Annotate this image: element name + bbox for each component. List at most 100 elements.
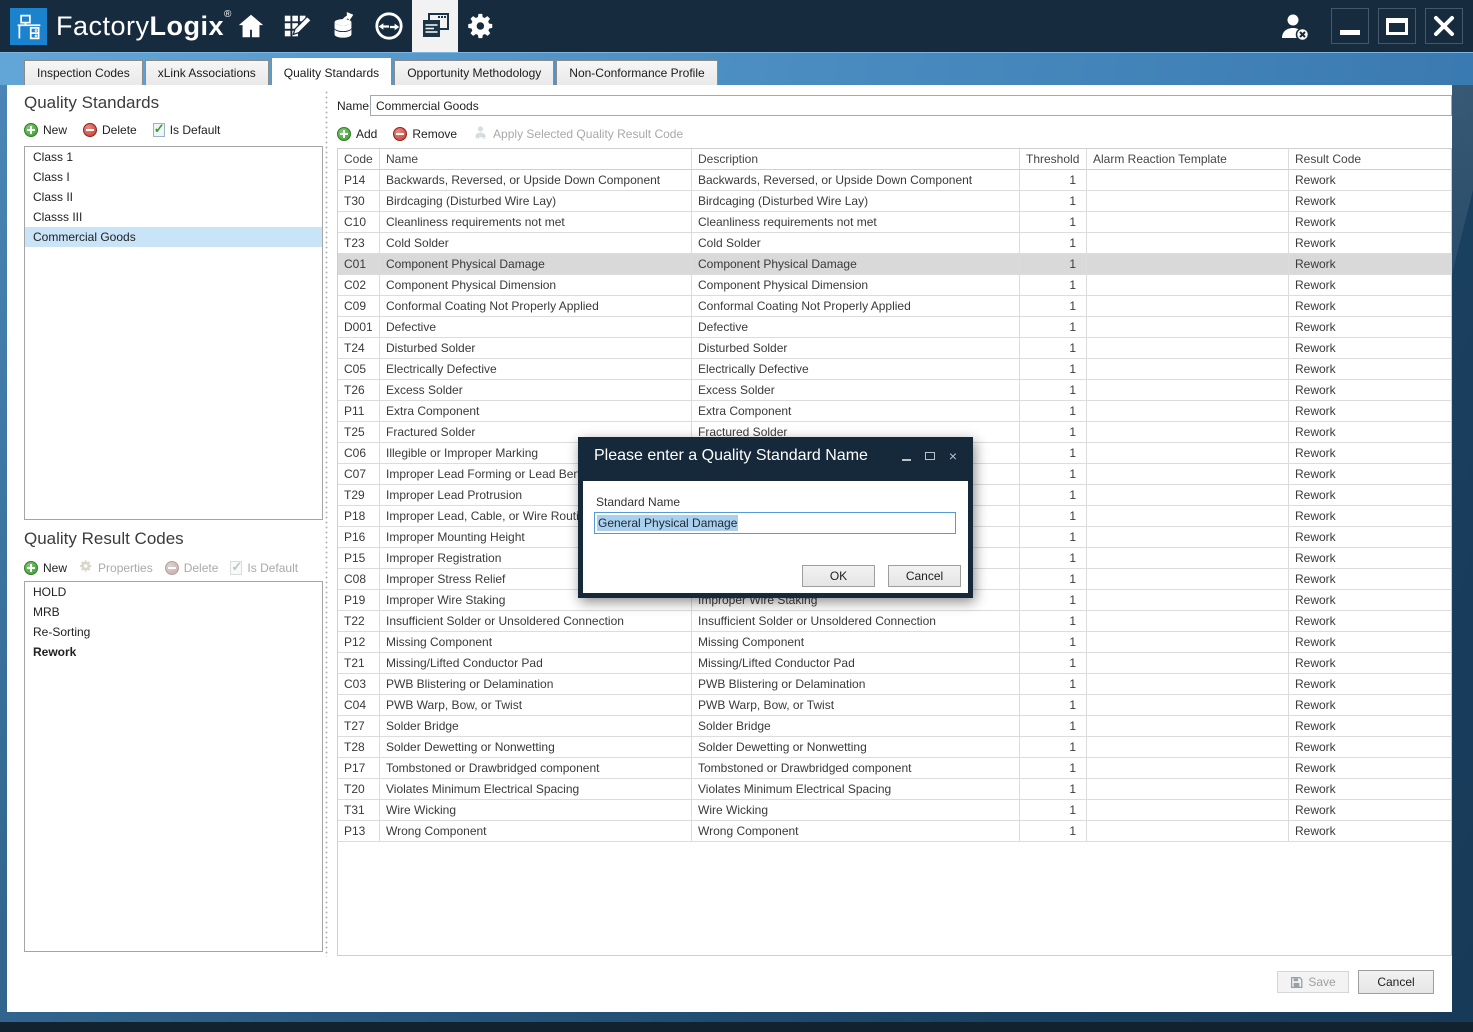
column-header-result-code[interactable]: Result Code [1289, 149, 1451, 170]
table-row-t23[interactable]: T23Cold SolderCold Solder1Rework [338, 233, 1451, 254]
result-codes-delete-button[interactable]: Delete [165, 561, 219, 575]
tab-opportunity-methodology[interactable]: Opportunity Methodology [394, 60, 554, 85]
dialog-maximize-icon[interactable] [925, 452, 935, 460]
cell-name: PWB Warp, Bow, or Twist [380, 695, 692, 716]
list-item-class-1[interactable]: Class 1 [25, 147, 322, 167]
materials-stack-icon[interactable] [320, 0, 366, 52]
cell-threshold: 1 [1020, 590, 1087, 611]
list-item-classs-iii[interactable]: Classs III [25, 207, 322, 227]
apply-result-code-button[interactable]: AB Apply Selected Quality Result Code [473, 125, 683, 143]
close-icon[interactable] [1425, 8, 1463, 44]
forms-icon[interactable] [412, 0, 458, 52]
list-item-hold[interactable]: HOLD [25, 582, 322, 602]
cell-result-code: Rework [1289, 569, 1451, 590]
cell-result-code: Rework [1289, 443, 1451, 464]
cell-threshold: 1 [1020, 737, 1087, 758]
home-icon[interactable] [228, 0, 274, 52]
table-row-t27[interactable]: T27Solder BridgeSolder Bridge1Rework [338, 716, 1451, 737]
dialog-minimize-icon[interactable] [902, 459, 911, 461]
cell-description: Violates Minimum Electrical Spacing [692, 779, 1020, 800]
table-row-t20[interactable]: T20Violates Minimum Electrical SpacingVi… [338, 779, 1451, 800]
table-row-c10[interactable]: C10Cleanliness requirements not metClean… [338, 212, 1451, 233]
remove-code-button[interactable]: Remove [393, 127, 457, 141]
cell-alarm-reaction-template [1087, 380, 1289, 401]
column-header-code[interactable]: Code [338, 149, 380, 170]
tab-inspection-codes[interactable]: Inspection Codes [24, 60, 143, 85]
standard-name-field[interactable]: General Physical Damage [594, 512, 956, 534]
cell-code: T25 [338, 422, 380, 443]
cell-code: C10 [338, 212, 380, 233]
dialog-ok-button[interactable]: OK [802, 565, 875, 587]
standards-isdefault-button[interactable]: Is Default [153, 123, 221, 137]
tab-quality-standards[interactable]: Quality Standards [271, 57, 392, 85]
logoff-user-icon[interactable] [1277, 9, 1313, 45]
cell-threshold: 1 [1020, 317, 1087, 338]
cell-name: Missing/Lifted Conductor Pad [380, 653, 692, 674]
list-item-class-i[interactable]: Class I [25, 167, 322, 187]
remove-circle-icon [83, 123, 97, 137]
dialog-close-icon[interactable]: × [949, 451, 957, 461]
table-row-t28[interactable]: T28Solder Dewetting or NonwettingSolder … [338, 737, 1451, 758]
tab-non-conformance-profile[interactable]: Non-Conformance Profile [556, 60, 717, 85]
dialog-cancel-button[interactable]: Cancel [888, 565, 961, 587]
result-codes-properties-button[interactable]: Properties [79, 559, 153, 576]
table-row-p13[interactable]: P13Wrong ComponentWrong Component1Rework [338, 821, 1451, 842]
cell-name: Component Physical Damage [380, 254, 692, 275]
result-codes-isdefault-button[interactable]: Is Default [230, 561, 298, 575]
table-row-p17[interactable]: P17Tombstoned or Drawbridged componentTo… [338, 758, 1451, 779]
table-row-t21[interactable]: T21Missing/Lifted Conductor PadMissing/L… [338, 653, 1451, 674]
table-row-t22[interactable]: T22Insufficient Solder or Unsoldered Con… [338, 611, 1451, 632]
column-header-name[interactable]: Name [380, 149, 692, 170]
table-row-p11[interactable]: P11Extra ComponentExtra Component1Rework [338, 401, 1451, 422]
table-row-t24[interactable]: T24Disturbed SolderDisturbed Solder1Rewo… [338, 338, 1451, 359]
list-item-rework[interactable]: Rework [25, 642, 322, 662]
table-row-p12[interactable]: P12Missing ComponentMissing Component1Re… [338, 632, 1451, 653]
table-row-t30[interactable]: T30Birdcaging (Disturbed Wire Lay)Birdca… [338, 191, 1451, 212]
table-row-t26[interactable]: T26Excess SolderExcess Solder1Rework [338, 380, 1451, 401]
transfer-circle-icon[interactable] [366, 0, 412, 52]
tab-xlink-associations[interactable]: xLink Associations [145, 60, 269, 85]
cell-code: T20 [338, 779, 380, 800]
cell-name: Defective [380, 317, 692, 338]
cell-threshold: 1 [1020, 401, 1087, 422]
add-circle-icon [337, 127, 351, 141]
planning-grid-pencil-icon[interactable] [274, 0, 320, 52]
table-row-c04[interactable]: C04PWB Warp, Bow, or TwistPWB Warp, Bow,… [338, 695, 1451, 716]
cancel-button[interactable]: Cancel [1358, 970, 1434, 994]
cell-result-code: Rework [1289, 737, 1451, 758]
table-header-row: CodeNameDescriptionThresholdAlarm Reacti… [338, 149, 1451, 170]
cell-name: Solder Bridge [380, 716, 692, 737]
standard-name-field-label: Standard Name [596, 495, 680, 509]
add-code-button[interactable]: Add [337, 127, 377, 141]
column-header-description[interactable]: Description [692, 149, 1020, 170]
minimize-icon[interactable] [1331, 8, 1369, 44]
column-header-threshold[interactable]: Threshold [1020, 149, 1087, 170]
list-item-re-sorting[interactable]: Re-Sorting [25, 622, 322, 642]
settings-gear-icon[interactable] [458, 0, 504, 52]
save-button[interactable]: Save [1277, 971, 1349, 993]
table-row-t31[interactable]: T31Wire WickingWire Wicking1Rework [338, 800, 1451, 821]
table-row-c02[interactable]: C02Component Physical DimensionComponent… [338, 275, 1451, 296]
table-row-c01[interactable]: C01Component Physical DamageComponent Ph… [338, 254, 1451, 275]
standards-new-button[interactable]: New [24, 123, 67, 137]
cell-description: Disturbed Solder [692, 338, 1020, 359]
list-item-mrb[interactable]: MRB [25, 602, 322, 622]
cell-alarm-reaction-template [1087, 590, 1289, 611]
panel-splitter[interactable] [325, 90, 328, 957]
list-item-commercial-goods[interactable]: Commercial Goods [25, 227, 322, 247]
standard-name-input[interactable] [370, 95, 1452, 116]
table-row-c09[interactable]: C09Conformal Coating Not Properly Applie… [338, 296, 1451, 317]
cell-name: Insufficient Solder or Unsoldered Connec… [380, 611, 692, 632]
cell-alarm-reaction-template [1087, 674, 1289, 695]
table-row-d001[interactable]: D001DefectiveDefective1Rework [338, 317, 1451, 338]
cell-name: Backwards, Reversed, or Upside Down Comp… [380, 170, 692, 191]
table-row-p14[interactable]: P14Backwards, Reversed, or Upside Down C… [338, 170, 1451, 191]
maximize-icon[interactable] [1378, 8, 1416, 44]
table-row-c03[interactable]: C03PWB Blistering or DelaminationPWB Bli… [338, 674, 1451, 695]
cell-result-code: Rework [1289, 212, 1451, 233]
result-codes-new-button[interactable]: New [24, 561, 67, 575]
column-header-alarm-reaction-template[interactable]: Alarm Reaction Template [1087, 149, 1289, 170]
list-item-class-ii[interactable]: Class II [25, 187, 322, 207]
table-row-c05[interactable]: C05Electrically DefectiveElectrically De… [338, 359, 1451, 380]
standards-delete-button[interactable]: Delete [83, 123, 137, 137]
